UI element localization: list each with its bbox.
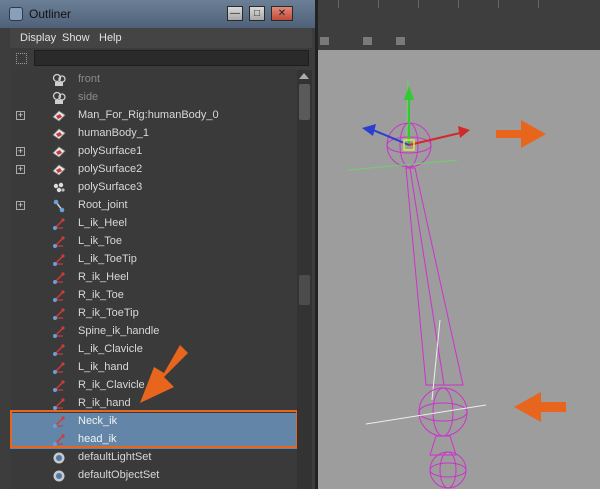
menu-help[interactable]: Help xyxy=(99,32,122,44)
camera-icon xyxy=(52,91,66,105)
outliner-item-label: Spine_ik_handle xyxy=(78,325,160,337)
ik-handle-icon xyxy=(52,271,66,285)
outliner-item[interactable]: + polySurface1 xyxy=(10,143,297,161)
camera-icon xyxy=(52,73,66,87)
outliner-item-label: R_ik_Heel xyxy=(78,271,129,283)
outliner-app-icon xyxy=(9,7,23,21)
window-title: Outliner xyxy=(29,7,72,21)
expand-toggle[interactable]: + xyxy=(16,165,25,174)
z-axis-arrow-icon xyxy=(362,124,376,136)
outliner-item-label: front xyxy=(78,73,101,85)
minimize-button[interactable]: — xyxy=(227,6,243,21)
ik-handle-icon xyxy=(52,361,66,375)
expand-toggle[interactable]: + xyxy=(16,147,25,156)
search-input[interactable] xyxy=(34,50,309,66)
ik-handle-icon xyxy=(52,379,66,393)
outliner-item-label: R_ik_Toe xyxy=(78,289,124,301)
outliner-item-label: humanBody_1 xyxy=(78,127,149,139)
viewport-3d[interactable] xyxy=(318,0,600,489)
outliner-item[interactable]: Spine_ik_handle xyxy=(10,323,297,341)
neck-bone xyxy=(405,167,464,386)
group-icon xyxy=(52,181,66,195)
x-axis-arrow-icon xyxy=(458,126,470,138)
outliner-item-label: R_ik_hand xyxy=(78,397,131,409)
mesh-icon xyxy=(52,163,66,177)
outliner-item[interactable]: + polySurface2 xyxy=(10,161,297,179)
ik-handle-icon xyxy=(52,397,66,411)
ik-handle-icon xyxy=(52,235,66,249)
outliner-item[interactable]: R_ik_Toe xyxy=(10,287,297,305)
outliner-item[interactable]: defaultLightSet xyxy=(10,449,297,467)
outliner-item-label: Root_joint xyxy=(78,199,128,211)
rig-wireframe xyxy=(347,79,566,489)
ik-handle-icon xyxy=(52,325,66,339)
outliner-item[interactable]: polySurface3 xyxy=(10,179,297,197)
set-icon xyxy=(52,451,66,465)
joint-icon xyxy=(52,199,66,213)
selection-highlight-box xyxy=(10,410,298,448)
scroll-track-marker xyxy=(299,275,310,305)
menu-display[interactable]: Display xyxy=(20,32,56,44)
outliner-item[interactable]: defaultObjectSet xyxy=(10,467,297,485)
outliner-item[interactable]: L_ik_Heel xyxy=(10,215,297,233)
outliner-item-label: defaultLightSet xyxy=(78,451,152,463)
maximize-button[interactable]: □ xyxy=(249,6,265,21)
annotation-arrow-icon xyxy=(514,392,566,422)
y-axis-arrow-icon xyxy=(404,86,414,100)
outliner-item[interactable]: front xyxy=(10,71,297,89)
outliner-item[interactable]: + Man_For_Rig:humanBody_0 xyxy=(10,107,297,125)
mesh-icon xyxy=(52,127,66,141)
expand-toggle[interactable]: + xyxy=(16,201,25,210)
outliner-item-label: L_ik_hand xyxy=(78,361,129,373)
outliner-item-label: R_ik_ToeTip xyxy=(78,307,139,319)
outliner-item-label: L_ik_Heel xyxy=(78,217,127,229)
outliner-item[interactable]: side xyxy=(10,89,297,107)
outliner-item-label: polySurface3 xyxy=(78,181,143,193)
mesh-icon xyxy=(52,145,66,159)
outliner-item[interactable]: L_ik_ToeTip xyxy=(10,251,297,269)
outliner-item-label: defaultObjectSet xyxy=(78,469,160,481)
mesh-icon xyxy=(52,109,66,123)
annotation-arrow-icon xyxy=(496,120,546,148)
outliner-item[interactable]: R_ik_ToeTip xyxy=(10,305,297,323)
outliner-item-label: side xyxy=(78,91,99,103)
vertical-scrollbar[interactable] xyxy=(297,70,312,489)
scroll-thumb[interactable] xyxy=(299,84,310,120)
outliner-item-label: Man_For_Rig:humanBody_0 xyxy=(78,109,219,121)
expand-toggle[interactable]: + xyxy=(16,111,25,120)
filter-icon[interactable] xyxy=(16,53,27,64)
outliner-window: Outliner — □ ✕ Display Show Help front si… xyxy=(0,0,318,489)
menu-bar: Display Show Help xyxy=(10,28,312,48)
outliner-item-label: polySurface2 xyxy=(78,163,143,175)
outliner-item-label: polySurface1 xyxy=(78,145,143,157)
menu-show[interactable]: Show xyxy=(62,32,90,44)
ik-handle-icon xyxy=(52,289,66,303)
search-row xyxy=(10,48,312,70)
outliner-item[interactable]: R_ik_Heel xyxy=(10,269,297,287)
ik-handle-icon xyxy=(52,217,66,231)
set-icon xyxy=(52,469,66,483)
outliner-item[interactable]: L_ik_Toe xyxy=(10,233,297,251)
title-bar[interactable]: Outliner — □ ✕ xyxy=(0,0,315,28)
scroll-up-icon[interactable] xyxy=(299,73,309,79)
ik-handle-icon xyxy=(52,307,66,321)
outliner-item-label: L_ik_Toe xyxy=(78,235,123,247)
outliner-item[interactable]: humanBody_1 xyxy=(10,125,297,143)
ik-handle-icon xyxy=(52,343,66,357)
ik-handle-icon xyxy=(52,253,66,267)
close-button[interactable]: ✕ xyxy=(271,6,293,21)
outliner-item-label: L_ik_ToeTip xyxy=(78,253,137,265)
annotation-arrow-icon xyxy=(140,345,188,403)
outliner-item-label: L_ik_Clavicle xyxy=(78,343,143,355)
outliner-item[interactable]: + Root_joint xyxy=(10,197,297,215)
outliner-item-label: R_ik_Clavicle xyxy=(78,379,145,391)
